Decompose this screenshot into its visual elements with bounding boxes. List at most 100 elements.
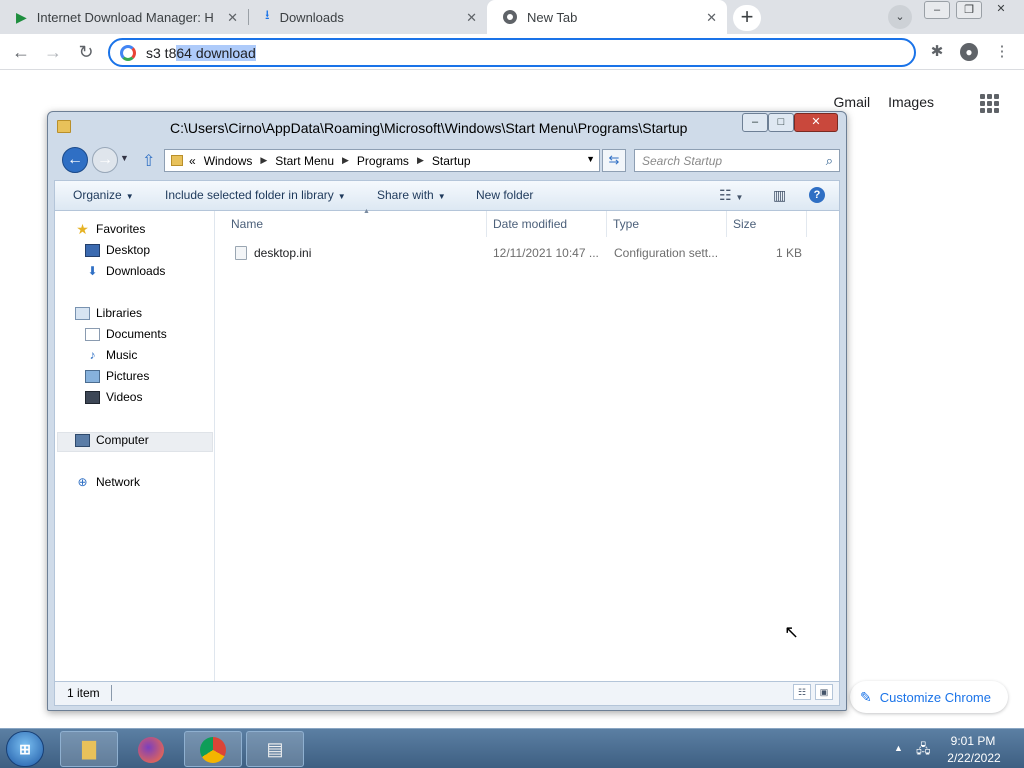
tab-title: Downloads bbox=[279, 9, 344, 25]
explorer-title-bar[interactable]: C:\Users\Cirno\AppData\Roaming\Microsoft… bbox=[48, 112, 846, 142]
customize-chrome-button[interactable]: ✎ Customize Chrome bbox=[850, 681, 1008, 713]
nav-music[interactable]: ♪ Music bbox=[85, 347, 138, 362]
music-note-icon: ♪ bbox=[89, 347, 96, 362]
column-label: Size bbox=[733, 217, 757, 231]
file-row[interactable]: desktop.ini 12/11/2021 10:47 ... Configu… bbox=[225, 243, 811, 263]
large-icons-view-icon[interactable]: ▣ bbox=[815, 684, 833, 700]
column-name[interactable]: ▲ Name bbox=[225, 208, 487, 237]
folder-icon bbox=[171, 155, 183, 166]
nav-label: Music bbox=[106, 348, 138, 362]
omnibox[interactable]: s3 t8 64 download bbox=[108, 38, 916, 67]
nav-label: Favorites bbox=[96, 222, 146, 236]
new-folder-button[interactable]: New folder bbox=[476, 188, 533, 202]
status-bar: 1 item ☷ ▣ bbox=[54, 682, 840, 706]
close-icon[interactable]: ✕ bbox=[227, 10, 238, 26]
nav-desktop[interactable]: Desktop bbox=[85, 243, 150, 257]
file-type: Configuration sett... bbox=[614, 246, 719, 260]
nav-downloads[interactable]: ⬇ Downloads bbox=[85, 264, 165, 278]
clock-date[interactable]: 2/22/2022 bbox=[946, 751, 1002, 765]
close-icon[interactable]: ✕ bbox=[466, 10, 477, 26]
help-icon[interactable]: ? bbox=[809, 187, 825, 203]
nav-pictures[interactable]: Pictures bbox=[85, 369, 149, 383]
folder-icon bbox=[57, 120, 71, 133]
taskbar-app[interactable]: ▤ bbox=[246, 731, 304, 767]
close-icon[interactable]: ✕ bbox=[706, 10, 717, 26]
nav-favorites[interactable]: ★ Favorites bbox=[75, 222, 146, 237]
chevron-right-icon[interactable]: ▶ bbox=[417, 155, 424, 166]
computer-icon bbox=[75, 433, 90, 447]
network-status-icon[interactable]: 🖧 bbox=[916, 740, 931, 762]
download-arrow-icon: ⭳ bbox=[265, 7, 270, 22]
breadcrumb-windows[interactable]: Windows bbox=[204, 154, 253, 168]
back-button[interactable]: ← bbox=[62, 147, 88, 173]
chevron-down-icon[interactable]: ▼ bbox=[586, 154, 595, 164]
settings-file-icon bbox=[235, 246, 247, 260]
search-icon[interactable]: ⌕ bbox=[826, 153, 833, 169]
google-g-icon bbox=[120, 44, 136, 61]
tab-downloads[interactable]: ⭳ Downloads ✕ bbox=[249, 0, 487, 34]
minimize-button[interactable]: – bbox=[924, 1, 950, 19]
up-arrow-icon[interactable]: ⇧ bbox=[142, 151, 155, 171]
extensions-puzzle-icon[interactable]: ✱ bbox=[927, 42, 947, 62]
nav-computer[interactable]: Computer bbox=[75, 433, 149, 447]
maximize-button[interactable]: □ bbox=[768, 113, 794, 132]
column-label: Date modified bbox=[493, 217, 568, 231]
omnibox-autocomplete-selection: 64 download bbox=[176, 44, 256, 61]
tab-new-tab[interactable]: New Tab ✕ bbox=[487, 0, 727, 34]
chevron-right-icon[interactable]: ▶ bbox=[342, 155, 349, 166]
column-type[interactable]: Type bbox=[607, 211, 727, 237]
mouse-cursor-icon: ↖ bbox=[784, 622, 800, 642]
breadcrumb-overflow[interactable]: « bbox=[189, 154, 196, 168]
share-label: Share with bbox=[377, 188, 434, 202]
column-date-modified[interactable]: Date modified bbox=[487, 211, 607, 237]
taskbar-explorer[interactable]: ▇ bbox=[60, 731, 118, 767]
refresh-icon[interactable]: ⇆ bbox=[602, 149, 626, 172]
minimize-button[interactable]: – bbox=[742, 113, 768, 132]
search-input[interactable]: Search Startup ⌕ bbox=[634, 149, 840, 172]
nav-libraries[interactable]: Libraries bbox=[75, 306, 142, 320]
column-size[interactable]: Size bbox=[727, 211, 807, 237]
profile-avatar-icon[interactable]: ● bbox=[959, 42, 979, 62]
chrome-toolbar: ← → ↻ s3 t8 64 download ✱ ● ⋮ bbox=[0, 34, 1024, 70]
organize-button[interactable]: Organize ▼ bbox=[73, 188, 134, 202]
close-button[interactable]: ✕ bbox=[794, 113, 838, 132]
images-link[interactable]: Images bbox=[888, 94, 934, 110]
start-button[interactable]: ⊞ bbox=[6, 731, 44, 767]
tab-idm[interactable]: ▶ Internet Download Manager: Hig ✕ bbox=[0, 0, 248, 34]
gmail-link[interactable]: Gmail bbox=[834, 94, 871, 110]
include-in-library-button[interactable]: Include selected folder in library ▼ bbox=[165, 188, 346, 202]
change-view-icon[interactable]: ☷ ▼ bbox=[719, 187, 743, 204]
close-window-button[interactable]: ✕ bbox=[988, 1, 1014, 19]
reload-icon[interactable]: ↻ bbox=[75, 41, 97, 63]
nav-documents[interactable]: Documents bbox=[85, 327, 167, 341]
back-arrow-icon[interactable]: ← bbox=[10, 41, 32, 63]
clock-time[interactable]: 9:01 PM bbox=[950, 734, 996, 748]
nav-network[interactable]: ⊕ Network bbox=[75, 475, 140, 489]
breadcrumb-start-menu[interactable]: Start Menu bbox=[275, 154, 334, 168]
breadcrumb-startup[interactable]: Startup bbox=[432, 154, 471, 168]
share-with-button[interactable]: Share with ▼ bbox=[377, 188, 446, 202]
new-tab-button[interactable]: + bbox=[733, 5, 761, 31]
tab-search-button[interactable]: ⌄ bbox=[888, 5, 912, 29]
explorer-nav-bar: ← → ▼ ⇧ « Windows ▶ Start Menu ▶ Program… bbox=[54, 145, 840, 177]
preview-pane-icon[interactable]: ▥ bbox=[773, 187, 786, 204]
file-list: ▲ Name Date modified Type Size desktop.in… bbox=[215, 208, 839, 681]
chrome-icon bbox=[200, 737, 226, 764]
idm-play-icon: ▶ bbox=[16, 8, 27, 25]
taskbar-firefox[interactable] bbox=[122, 731, 180, 767]
details-view-icon[interactable]: ☷ bbox=[793, 684, 811, 700]
organize-label: Organize bbox=[73, 188, 122, 202]
show-hidden-icons-icon[interactable]: ▲ bbox=[894, 743, 903, 753]
restore-button[interactable]: ❐ bbox=[956, 1, 982, 19]
address-bar[interactable]: « Windows ▶ Start Menu ▶ Programs ▶ Star… bbox=[164, 149, 600, 172]
breadcrumb-programs[interactable]: Programs bbox=[357, 154, 409, 168]
nav-videos[interactable]: Videos bbox=[85, 390, 142, 404]
recent-pages-dropdown-icon[interactable]: ▼ bbox=[120, 153, 129, 163]
forward-button[interactable]: → bbox=[92, 147, 118, 173]
menu-kebab-icon[interactable]: ⋮ bbox=[992, 42, 1012, 62]
chevron-down-icon: ▼ bbox=[337, 192, 346, 201]
google-apps-icon[interactable] bbox=[980, 94, 1000, 113]
chevron-right-icon[interactable]: ▶ bbox=[260, 155, 267, 166]
forward-arrow-icon[interactable]: → bbox=[42, 41, 64, 63]
taskbar-chrome[interactable] bbox=[184, 731, 242, 767]
